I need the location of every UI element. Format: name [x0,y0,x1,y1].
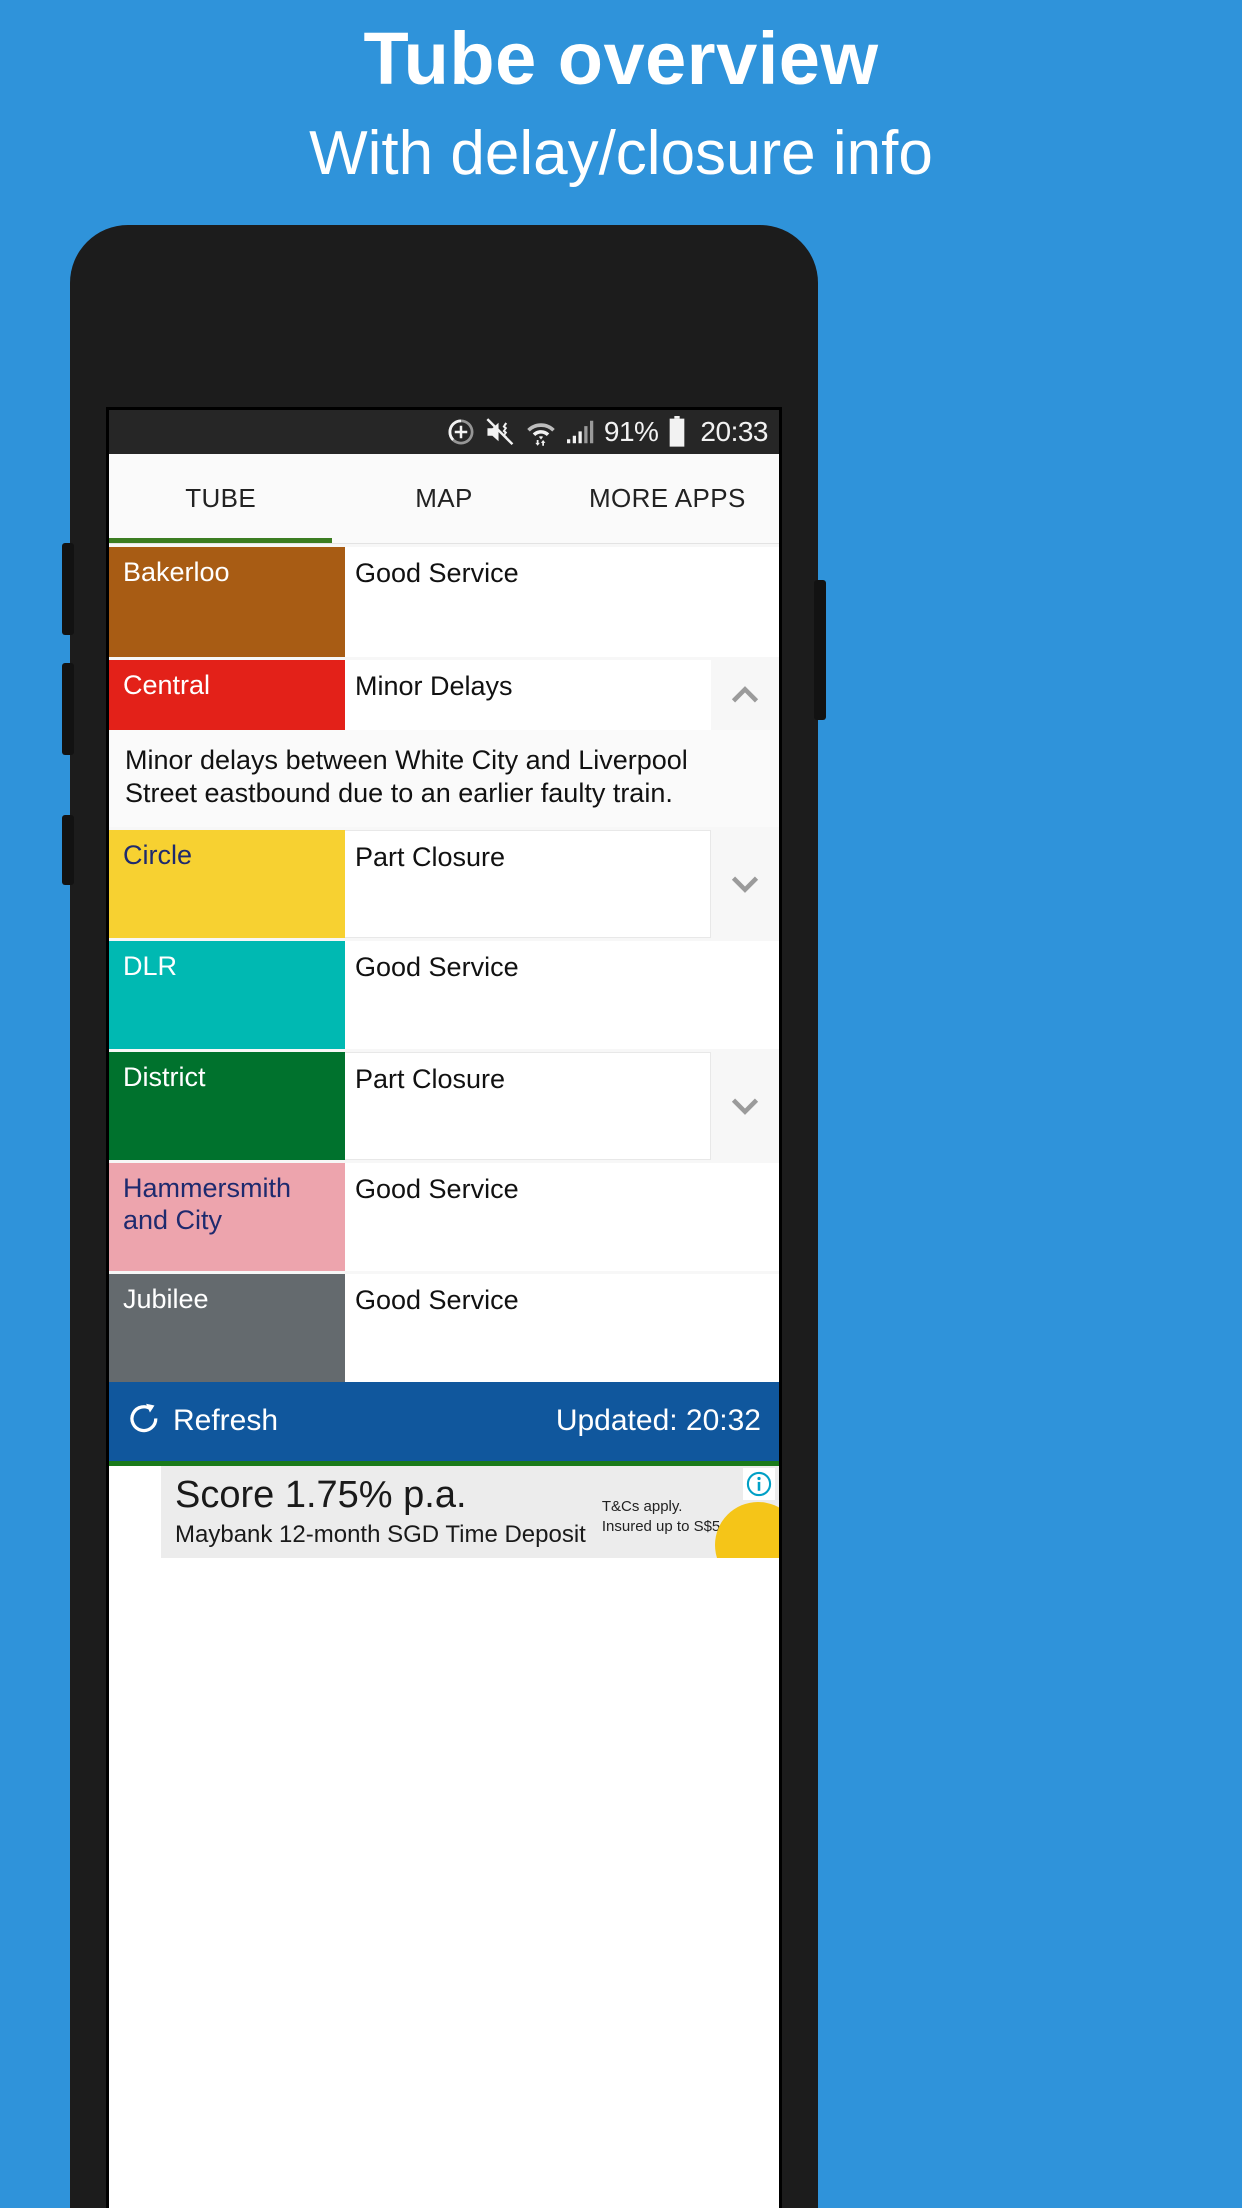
line-color-badge: Bakerloo [109,547,345,657]
table-row[interactable]: Central Minor Delays [109,657,779,730]
refresh-label: Refresh [173,1404,279,1438]
ad-info-icon[interactable] [743,1467,775,1500]
ad-subline: Maybank 12-month SGD Time Deposit [175,1520,586,1548]
battery-percent-label: 91% [603,416,659,447]
side-button[interactable] [814,580,826,720]
table-row[interactable]: District Part Closure [109,1048,779,1160]
line-status-label: Good Service [345,1273,779,1382]
tab-more-apps[interactable]: MORE APPS [556,454,779,543]
line-status-label: Good Service [345,940,779,1049]
expand-toggle-circle[interactable] [711,829,779,938]
add-circle-icon [446,417,476,447]
table-row[interactable]: DLR Good Service [109,937,779,1049]
line-name-label: DLR [123,950,178,981]
table-row[interactable]: Hammersmith and City Good Service [109,1159,779,1271]
line-status-label: Good Service [345,547,779,657]
ad-headline: Score 1.75% p.a. [175,1473,467,1516]
promo-header: Tube overview With delay/closure info [0,0,1242,193]
line-name-label: District [123,1061,206,1092]
tab-bar: TUBE MAP MORE APPS [109,454,779,544]
line-status-label: Part Closure [345,829,711,938]
mute-vibrate-icon [485,417,517,447]
phone-screen: 91% 20:33 TUBE MAP MORE APPS Bakerloo Go… [106,407,782,2208]
ad-content[interactable]: Score 1.75% p.a. Maybank 12-month SGD Ti… [161,1465,779,1558]
line-color-badge: Central [109,660,345,730]
signal-icon [565,417,595,447]
table-row[interactable]: Circle Part Closure [109,826,779,938]
table-row[interactable]: Jubilee Good Service [109,1270,779,1382]
expand-toggle-district[interactable] [711,1051,779,1160]
phone-mockup: 91% 20:33 TUBE MAP MORE APPS Bakerloo Go… [62,225,826,2208]
refresh-button[interactable]: Refresh [127,1402,278,1441]
line-status-label: Good Service [345,1162,779,1271]
power-button[interactable] [62,815,74,885]
line-status-label: Part Closure [345,1051,711,1160]
tab-tube[interactable]: TUBE [109,454,333,543]
last-updated-label: Updated: 20:32 [555,1404,761,1438]
volume-down-button[interactable] [62,663,74,755]
line-color-badge: Circle [109,829,345,938]
refresh-bar[interactable]: Refresh Updated: 20:32 [109,1381,779,1466]
chevron-up-icon [731,686,759,703]
line-name-label: Bakerloo [123,557,230,587]
tube-line-list: Bakerloo Good Service Central Minor Dela… [109,544,779,1382]
line-name-label: Hammersmith and City [123,1172,292,1235]
promo-subtitle: With delay/closure info [309,119,933,189]
line-color-badge: DLR [109,940,345,1049]
line-status-label: Minor Delays [345,660,711,730]
battery-full-icon [667,416,687,448]
ad-text-block: Score 1.75% p.a. Maybank 12-month SGD Ti… [175,1473,586,1548]
line-name-label: Jubilee [123,1283,209,1314]
table-row[interactable]: Bakerloo Good Service [109,544,779,657]
ad-banner[interactable]: Score 1.75% p.a. Maybank 12-month SGD Ti… [109,1465,779,1558]
line-color-badge: Jubilee [109,1273,345,1382]
chevron-down-icon [731,876,759,893]
chevron-down-icon [731,1098,759,1115]
refresh-icon [127,1402,161,1441]
ad-left-padding [109,1465,161,1558]
promo-title: Tube overview [363,17,879,100]
line-detail-text: Minor delays between White City and Live… [109,730,779,827]
line-name-label: Central [123,670,211,700]
line-color-badge: District [109,1051,345,1160]
expand-toggle-central[interactable] [711,660,779,730]
line-name-label: Circle [123,839,193,870]
wifi-icon [526,417,556,447]
status-bar: 91% 20:33 [109,410,779,454]
line-color-badge: Hammersmith and City [109,1162,345,1271]
status-bar-clock: 20:33 [700,416,768,447]
tab-map[interactable]: MAP [332,454,555,543]
volume-up-button[interactable] [62,543,74,635]
